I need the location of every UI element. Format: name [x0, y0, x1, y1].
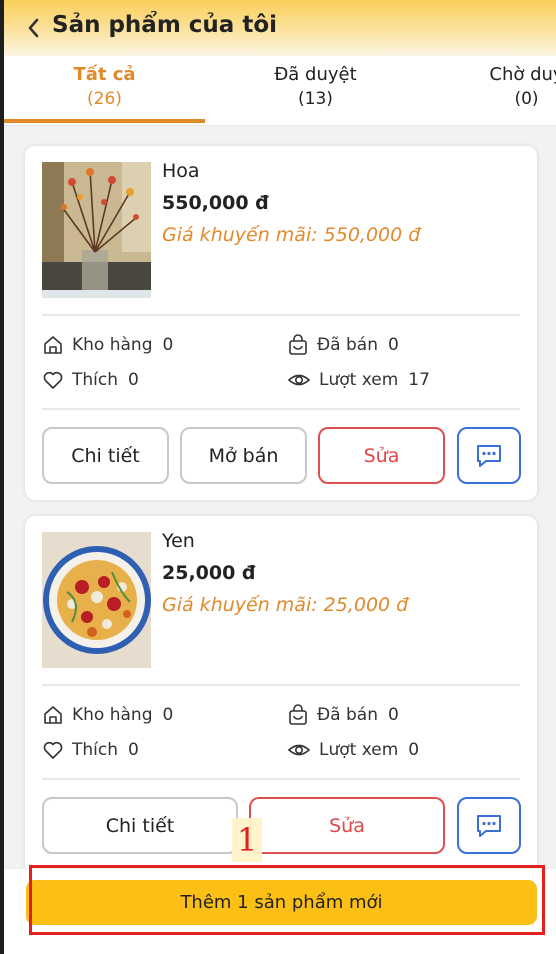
- annotation-number: 1: [232, 818, 262, 862]
- stat-label: Đã bán: [317, 705, 378, 725]
- product-image[interactable]: [42, 532, 151, 668]
- active-tab-indicator: [4, 119, 205, 123]
- tab-count: (26): [87, 89, 122, 109]
- detail-button[interactable]: Chi tiết: [42, 427, 169, 484]
- stat-stock: Kho hàng 0: [42, 334, 173, 356]
- stat-label: Đã bán: [317, 335, 378, 355]
- stat-value: 0: [387, 705, 399, 725]
- warehouse-icon: [44, 336, 62, 354]
- stat-stock: Kho hàng 0: [42, 704, 173, 726]
- heart-icon: [43, 741, 63, 759]
- stat-label: Kho hàng: [72, 335, 153, 355]
- chat-icon: [477, 444, 501, 467]
- tab-count: (13): [298, 89, 333, 109]
- divider: [42, 778, 520, 780]
- stat-label: Lượt xem: [319, 370, 399, 390]
- stat-value: 0: [128, 370, 139, 390]
- stat-label: Thích: [72, 740, 119, 760]
- window-edge: [0, 0, 4, 954]
- product-name: Hoa: [162, 160, 200, 182]
- shopping-bag-icon: [289, 704, 307, 725]
- heart-icon: [43, 371, 63, 389]
- stat-sold: Đã bán 0: [287, 334, 399, 356]
- stat-value: 0: [408, 740, 420, 760]
- stat-value: 0: [162, 335, 174, 355]
- open-sale-button[interactable]: Mở bán: [180, 427, 307, 484]
- eye-icon: [287, 744, 311, 756]
- shopping-bag-icon: [289, 334, 307, 355]
- edit-button[interactable]: Sửa: [249, 797, 445, 854]
- product-card: Hoa 550,000 đ Giá khuyến mãi: 550,000 đ …: [25, 146, 537, 500]
- stat-label: Lượt xem: [319, 740, 399, 760]
- stat-likes: Thích 0: [42, 369, 139, 391]
- edit-button[interactable]: Sửa: [318, 427, 445, 484]
- stat-value: 0: [387, 335, 399, 355]
- add-product-button[interactable]: Thêm 1 sản phẩm mới: [26, 880, 537, 925]
- stat-label: Kho hàng: [72, 705, 153, 725]
- divider: [42, 314, 520, 316]
- stat-sold: Đã bán 0: [287, 704, 399, 726]
- tab-approved[interactable]: Đã duyệt (13): [215, 56, 416, 125]
- stat-label: Thích: [72, 370, 119, 390]
- stat-value: 0: [128, 740, 139, 760]
- stat-views: Lượt xem 17: [287, 369, 430, 391]
- tab-label: Chờ duy: [489, 64, 556, 85]
- tab-label: Tất cả: [73, 64, 136, 85]
- product-price: 550,000 đ: [162, 192, 269, 214]
- stat-views: Lượt xem 0: [287, 739, 419, 761]
- tab-pending[interactable]: Chờ duy (0): [426, 56, 556, 125]
- chevron-left-icon[interactable]: [24, 15, 44, 41]
- tab-label: Đã duyệt: [274, 64, 357, 85]
- stat-value: 17: [408, 370, 430, 390]
- warehouse-icon: [44, 706, 62, 724]
- product-card: Yen 25,000 đ Giá khuyến mãi: 25,000 đ Kh…: [25, 516, 537, 876]
- app-header: Sản phẩm của tôi: [0, 0, 556, 56]
- tab-count: (0): [514, 89, 539, 109]
- product-promo-price: Giá khuyến mãi: 25,000 đ: [162, 594, 409, 616]
- tab-all[interactable]: Tất cả (26): [4, 56, 205, 125]
- chat-icon: [477, 814, 501, 837]
- page-title: Sản phẩm của tôi: [52, 12, 278, 38]
- tab-bar: Tất cả (26) Đã duyệt (13) Chờ duy (0): [0, 56, 556, 126]
- detail-button[interactable]: Chi tiết: [42, 797, 238, 854]
- chat-button[interactable]: [457, 427, 521, 484]
- product-image[interactable]: [42, 162, 151, 298]
- chat-button[interactable]: [457, 797, 521, 854]
- eye-icon: [287, 374, 311, 386]
- divider: [42, 408, 520, 410]
- product-promo-price: Giá khuyến mãi: 550,000 đ: [162, 224, 421, 246]
- product-name: Yen: [162, 530, 195, 552]
- product-price: 25,000 đ: [162, 562, 256, 584]
- stat-value: 0: [162, 705, 174, 725]
- divider: [42, 684, 520, 686]
- stat-likes: Thích 0: [42, 739, 139, 761]
